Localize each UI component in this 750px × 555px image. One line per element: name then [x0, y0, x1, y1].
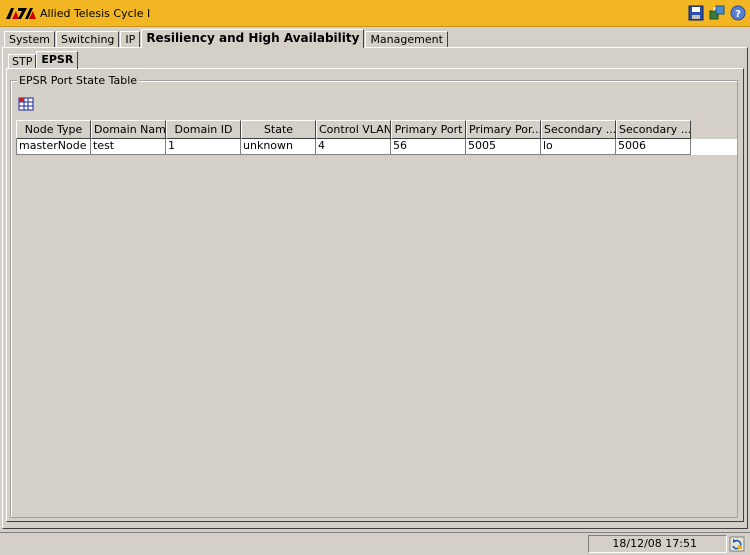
network-icon[interactable] — [709, 5, 725, 21]
group-legend: EPSR Port State Table — [17, 74, 140, 87]
tab-resiliency[interactable]: Resiliency and High Availability — [141, 29, 365, 48]
refresh-icon[interactable] — [729, 536, 745, 552]
svg-text:?: ? — [735, 9, 741, 20]
table-cell[interactable]: 1 — [166, 139, 241, 155]
tab-switching[interactable]: Switching — [56, 31, 120, 48]
tab-ip[interactable]: IP — [120, 31, 141, 48]
column-header[interactable]: Secondary ... — [616, 120, 691, 139]
table-cell[interactable]: lo — [541, 139, 616, 155]
column-header[interactable]: Node Type — [16, 120, 91, 139]
subtab-epsr[interactable]: EPSR — [36, 51, 79, 69]
column-header[interactable]: Domain Name — [91, 120, 166, 139]
table-cell[interactable]: test — [91, 139, 166, 155]
table-row[interactable]: masterNode test 1 unknown 4 56 5005 lo 5… — [16, 139, 737, 155]
epsr-port-state-table: Node Type Domain Name Domain ID State Co… — [16, 120, 737, 155]
table-cell[interactable]: 4 — [316, 139, 391, 155]
column-header[interactable]: Secondary ... — [541, 120, 616, 139]
column-header[interactable]: State — [241, 120, 316, 139]
column-header[interactable]: Primary Por... — [466, 120, 541, 139]
save-icon[interactable] — [688, 5, 704, 21]
table-cell[interactable]: 5006 — [616, 139, 691, 155]
table-cell[interactable]: 5005 — [466, 139, 541, 155]
table-cell[interactable]: unknown — [241, 139, 316, 155]
subtab-stp[interactable]: STP — [8, 54, 37, 69]
table-icon[interactable] — [18, 96, 34, 112]
column-header[interactable]: Primary Port — [391, 120, 466, 139]
status-bar: 18/12/08 17:51 — [0, 532, 750, 555]
table-cell[interactable]: masterNode — [16, 139, 91, 155]
title-toolbar: ? — [688, 5, 746, 21]
column-header[interactable]: Domain ID — [166, 120, 241, 139]
status-datetime: 18/12/08 17:51 — [588, 535, 727, 553]
window-title: Allied Telesis Cycle I — [40, 7, 151, 20]
tab-management[interactable]: Management — [365, 31, 448, 48]
title-bar: Allied Telesis Cycle I ? — [0, 0, 750, 27]
tab-system[interactable]: System — [4, 31, 56, 48]
allied-telesis-logo-icon — [6, 8, 36, 19]
main-tabs: System Switching IP Resiliency and High … — [4, 29, 449, 48]
sub-tabs: STP EPSR — [8, 51, 79, 69]
table-cell[interactable]: 56 — [391, 139, 466, 155]
table-header: Node Type Domain Name Domain ID State Co… — [16, 120, 737, 139]
help-icon[interactable]: ? — [730, 5, 746, 21]
column-header[interactable]: Control VLAN — [316, 120, 391, 139]
